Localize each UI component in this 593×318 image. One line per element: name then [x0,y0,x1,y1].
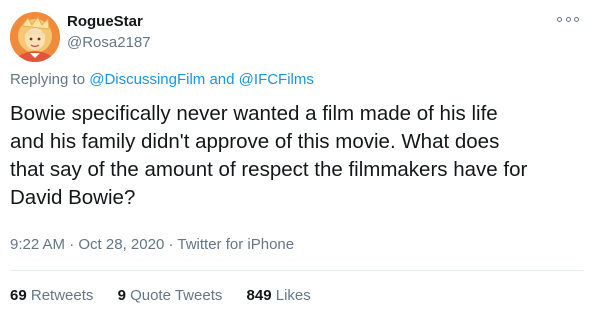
mention-ifcfilms[interactable]: @IFCFilms [239,71,314,88]
divider [10,270,583,271]
likes-count: 849 [246,287,272,304]
tweet-text-line-4: David Bowie? [10,186,136,209]
mention-discussingfilm[interactable]: @DiscussingFilm [89,71,205,88]
more-options-icon[interactable] [557,12,579,26]
reply-joiner[interactable]: and [209,71,234,88]
quote-tweets-stat[interactable]: 9 Quote Tweets [118,287,227,304]
tweet-date[interactable]: Oct 28, 2020 [78,236,164,253]
retweets-stat[interactable]: 69 Retweets [10,287,98,304]
tweet-text: Bowie specifically never wanted a film m… [10,100,585,212]
tweet-card: RogueStar @Rosa2187 Replying to @Discuss… [0,0,593,318]
tweet-source[interactable]: Twitter for iPhone [177,236,294,253]
tweet-text-line-3: that say of the amount of respect the fi… [10,158,528,181]
likes-label: Likes [275,287,311,304]
meta-separator: · [168,236,174,253]
tweet-text-line-1: Bowie specifically never wanted a film m… [10,102,498,125]
tweet-stats: 69 Retweets 9 Quote Tweets 849 Likes [10,287,331,304]
quote-tweets-label: Quote Tweets [130,287,223,304]
reply-context: Replying to @DiscussingFilm and @IFCFilm… [10,71,314,88]
reply-prefix: Replying to [10,71,86,88]
author-handle[interactable]: @Rosa2187 [67,34,151,51]
author-display-name[interactable]: RogueStar [67,13,143,30]
quote-tweets-count: 9 [117,287,126,304]
retweets-label: Retweets [30,287,94,304]
likes-stat[interactable]: 849 Likes [247,287,311,304]
meta-separator: · [69,236,75,253]
tweet-time[interactable]: 9:22 AM [10,236,65,253]
more-dot-2 [565,16,571,22]
more-dot-1 [557,16,562,22]
more-dot-3 [574,16,579,22]
tweet-meta: 9:22 AM · Oct 28, 2020 · Twitter for iPh… [10,236,294,253]
profile-avatar[interactable] [10,12,60,62]
retweets-count: 69 [10,287,27,304]
profile-avatar-icon [10,12,60,62]
tweet-text-line-2: and his family didn't approve of this mo… [10,130,500,153]
